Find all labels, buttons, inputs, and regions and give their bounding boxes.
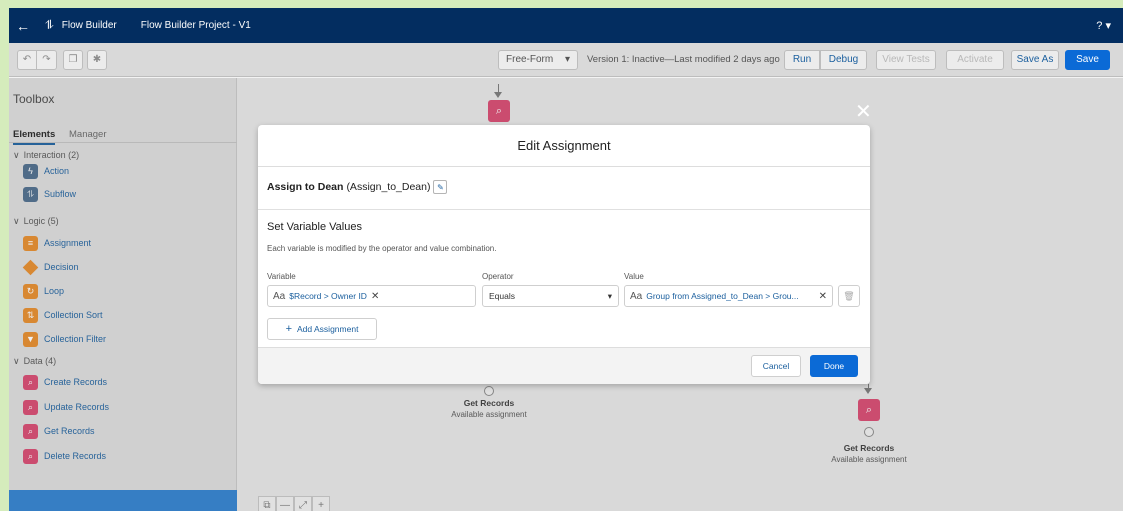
element-label: Assign to Dean <box>267 181 344 193</box>
run-button[interactable]: Run <box>784 49 820 70</box>
back-arrow-icon[interactable]: ← <box>9 18 37 34</box>
plus-icon: + <box>285 323 292 335</box>
text-resource-icon: Aa <box>273 290 286 302</box>
layout-select-label: Free-Form <box>506 54 554 65</box>
view-tests-button[interactable]: View Tests <box>876 49 936 70</box>
operator-label: Operator <box>482 272 514 281</box>
add-assignment-label: Add Assignment <box>297 324 359 334</box>
copy-icon[interactable]: ❐ <box>63 49 83 70</box>
project-title: Flow Builder Project - V1 <box>140 20 251 31</box>
operator-select[interactable]: Equals ▾ <box>482 285 619 307</box>
debug-button[interactable]: Debug <box>820 49 867 70</box>
chevron-down-icon: ▾ <box>564 54 570 65</box>
divider <box>258 209 870 210</box>
variable-field[interactable]: Aa $Record > Owner ID ✕ <box>267 285 476 307</box>
help-menu-button[interactable]: ? ▾ <box>1096 19 1111 32</box>
settings-icon[interactable]: ✱ <box>87 49 107 70</box>
value-field[interactable]: Aa Group from Assigned_to_Dean > Grou...… <box>624 285 833 307</box>
clear-icon[interactable]: ✕ <box>371 291 379 302</box>
cancel-button[interactable]: Cancel <box>751 355 801 377</box>
element-name: Assign to Dean (Assign_to_Dean) ✎ <box>267 180 448 194</box>
text-resource-icon: Aa <box>630 290 643 302</box>
redo-icon[interactable]: ↷ <box>37 49 57 70</box>
chevron-down-icon: ▾ <box>607 290 612 301</box>
element-api-name: (Assign_to_Dean) <box>346 181 431 193</box>
clear-icon[interactable]: ✕ <box>819 291 827 302</box>
section-title: Set Variable Values <box>267 221 362 233</box>
undo-icon[interactable]: ↶ <box>17 49 37 70</box>
toolbar: ↶ ↷ ❐ ✱ Free-Form ▾ Version 1: Inactive—… <box>9 43 1123 77</box>
modal-header: Edit Assignment <box>258 125 870 167</box>
operator-value: Equals <box>489 291 515 301</box>
save-as-button[interactable]: Save As <box>1011 49 1059 70</box>
value-value: Group from Assigned_to_Dean > Grou... <box>646 291 799 301</box>
app-header: ← ⥮ Flow Builder Flow Builder Project - … <box>9 8 1123 43</box>
modal-title: Edit Assignment <box>517 138 611 153</box>
save-button[interactable]: Save <box>1065 49 1110 70</box>
modal-footer: Cancel Done <box>258 347 870 384</box>
variable-value: $Record > Owner ID <box>289 291 367 301</box>
section-description: Each variable is modified by the operato… <box>267 244 497 253</box>
version-status: Version 1: Inactive—Last modified 2 days… <box>587 54 780 65</box>
edit-pencil-icon[interactable]: ✎ <box>433 180 448 194</box>
flow-icon: ⥮ <box>45 18 54 32</box>
layout-select[interactable]: Free-Form ▾ <box>498 49 578 70</box>
done-button[interactable]: Done <box>810 355 858 377</box>
activate-button[interactable]: Activate <box>946 49 1004 70</box>
flow-builder-window: ← ⥮ Flow Builder Flow Builder Project - … <box>9 8 1123 511</box>
variable-label: Variable <box>267 272 296 281</box>
add-assignment-button[interactable]: + Add Assignment <box>267 318 377 340</box>
delete-row-icon[interactable]: 🗑 <box>838 285 860 307</box>
close-icon[interactable]: ✕ <box>855 99 872 124</box>
value-label: Value <box>624 272 644 281</box>
edit-assignment-modal: Edit Assignment Assign to Dean (Assign_t… <box>258 125 870 384</box>
app-title: Flow Builder <box>61 20 117 31</box>
